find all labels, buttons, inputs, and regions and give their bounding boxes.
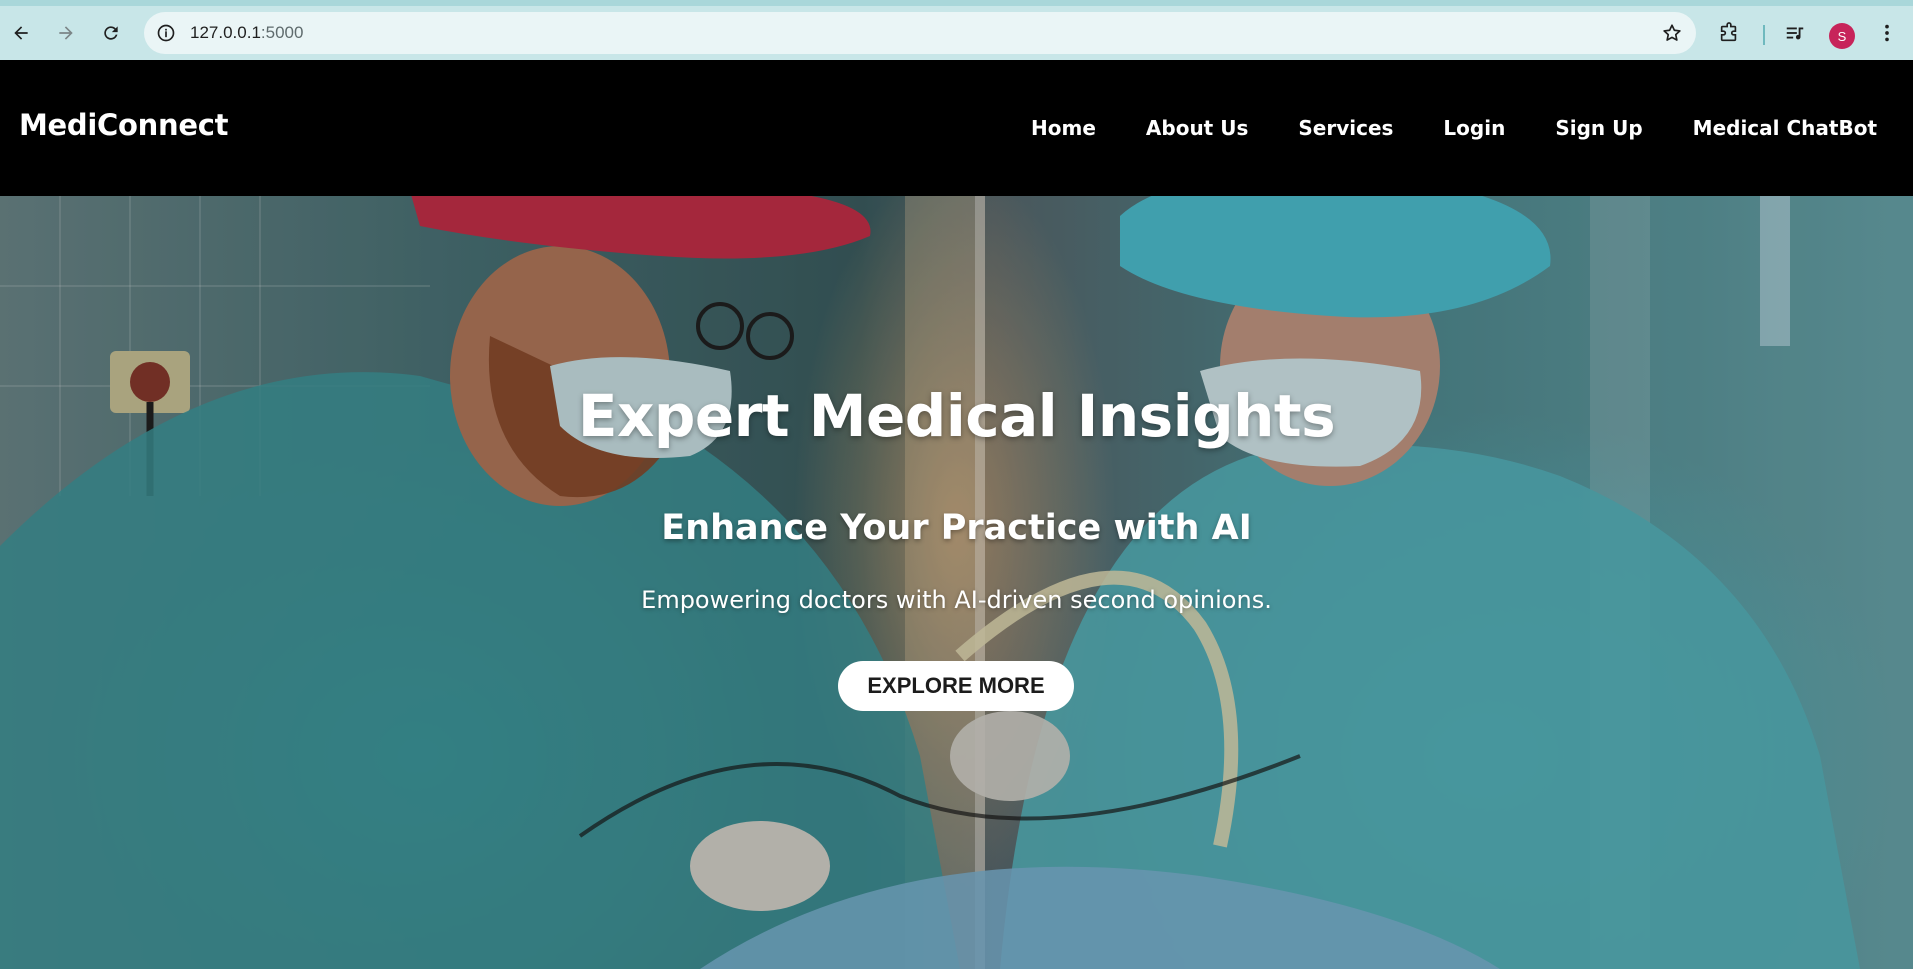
nav-link-login[interactable]: Login [1443, 116, 1505, 140]
site-header: MediConnect Home About Us Services Login… [0, 60, 1913, 196]
more-vert-icon[interactable] [1872, 16, 1902, 50]
nav-link-services[interactable]: Services [1298, 116, 1393, 140]
reload-icon[interactable] [94, 16, 128, 50]
url-text[interactable]: 127.0.0.1:5000 [190, 23, 303, 43]
extensions-puzzle-icon[interactable] [1712, 16, 1746, 50]
nav-link-about-us[interactable]: About Us [1146, 116, 1248, 140]
url-host: 127.0.0.1 [190, 23, 261, 42]
hero-section: Expert Medical Insights Enhance Your Pra… [0, 196, 1913, 969]
hero-subtitle: Enhance Your Practice with AI [661, 508, 1252, 548]
explore-more-button[interactable]: EXPLORE MORE [838, 661, 1074, 711]
toolbar-divider [1763, 25, 1765, 45]
nav-link-sign-up[interactable]: Sign Up [1555, 116, 1642, 140]
back-arrow-icon[interactable] [4, 16, 38, 50]
site-info-icon[interactable] [152, 19, 180, 47]
main-nav: Home About Us Services Login Sign Up Med… [981, 116, 1877, 140]
bookmark-star-icon[interactable] [1660, 21, 1684, 45]
url-port: :5000 [260, 23, 304, 42]
hero-tagline: Empowering doctors with AI-driven second… [641, 586, 1272, 614]
hero-overlay [0, 196, 1913, 969]
nav-link-medical-chatbot[interactable]: Medical ChatBot [1693, 116, 1877, 140]
address-bar[interactable]: 127.0.0.1:5000 [144, 12, 1696, 54]
nav-link-home[interactable]: Home [1031, 116, 1096, 140]
browser-toolbar: 127.0.0.1:5000 S [0, 0, 1913, 60]
hero-title: Expert Medical Insights [577, 382, 1336, 450]
media-controls-icon[interactable] [1778, 16, 1812, 50]
forward-arrow-icon[interactable] [49, 16, 83, 50]
brand-logo[interactable]: MediConnect [19, 108, 228, 142]
profile-avatar[interactable]: S [1829, 23, 1855, 49]
